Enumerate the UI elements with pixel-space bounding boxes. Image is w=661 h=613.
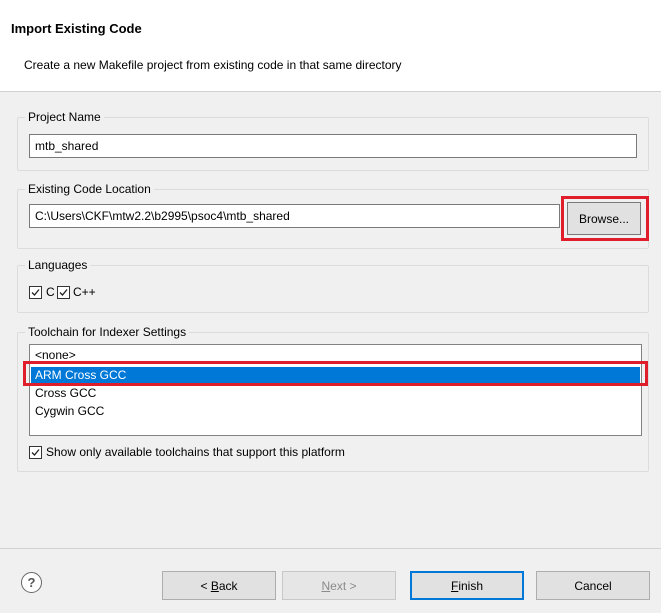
- code-location-input[interactable]: C:\Users\CKF\mtw2.2\b2995\psoc4\mtb_shar…: [29, 204, 560, 228]
- language-c-label: C: [46, 285, 55, 299]
- finish-rest: inish: [458, 578, 484, 593]
- languages-group: [17, 265, 649, 313]
- languages-label: Languages: [25, 258, 91, 272]
- dialog-description: Create a new Makefile project from exist…: [24, 58, 402, 72]
- next-button: Next >: [282, 571, 396, 600]
- back-prefix: <: [200, 578, 211, 593]
- back-mnemonic: B: [210, 578, 219, 593]
- project-name-input[interactable]: mtb_shared: [29, 134, 637, 158]
- code-location-label: Existing Code Location: [25, 182, 154, 196]
- toolchain-list[interactable]: <none> ARM Cross GCC Cross GCC Cygwin GC…: [29, 344, 642, 436]
- language-cpp-checkbox[interactable]: C++: [57, 285, 96, 299]
- back-button[interactable]: < Back: [162, 571, 276, 600]
- language-cpp-label: C++: [73, 285, 96, 299]
- help-icon[interactable]: ?: [21, 572, 42, 593]
- toolchain-item-cygwin-gcc[interactable]: Cygwin GCC: [31, 403, 640, 419]
- toolchain-item-arm-cross-gcc[interactable]: ARM Cross GCC: [31, 367, 640, 383]
- show-only-label: Show only available toolchains that supp…: [46, 445, 345, 459]
- toolchain-item-none[interactable]: <none>: [31, 347, 640, 363]
- back-rest: ack: [218, 578, 238, 593]
- show-only-checkbox[interactable]: Show only available toolchains that supp…: [29, 445, 345, 459]
- finish-mnemonic: F: [450, 578, 459, 593]
- browse-button[interactable]: Browse...: [567, 202, 641, 235]
- next-mnemonic: N: [321, 578, 331, 593]
- dialog-title: Import Existing Code: [11, 21, 142, 36]
- checkbox-show-only-icon[interactable]: [29, 445, 42, 459]
- cancel-button[interactable]: Cancel: [536, 571, 650, 600]
- toolchain-item-cross-gcc[interactable]: Cross GCC: [31, 385, 640, 401]
- project-name-label: Project Name: [25, 110, 104, 124]
- footer-divider: [0, 548, 661, 549]
- checkbox-cpp-icon[interactable]: [57, 285, 70, 299]
- dialog-header: Import Existing Code Create a new Makefi…: [0, 0, 661, 92]
- finish-button[interactable]: Finish: [410, 571, 524, 600]
- next-rest: ext >: [330, 578, 357, 593]
- checkbox-c-icon[interactable]: [29, 285, 42, 299]
- language-c-checkbox[interactable]: C: [29, 285, 55, 299]
- toolchain-label: Toolchain for Indexer Settings: [25, 325, 190, 339]
